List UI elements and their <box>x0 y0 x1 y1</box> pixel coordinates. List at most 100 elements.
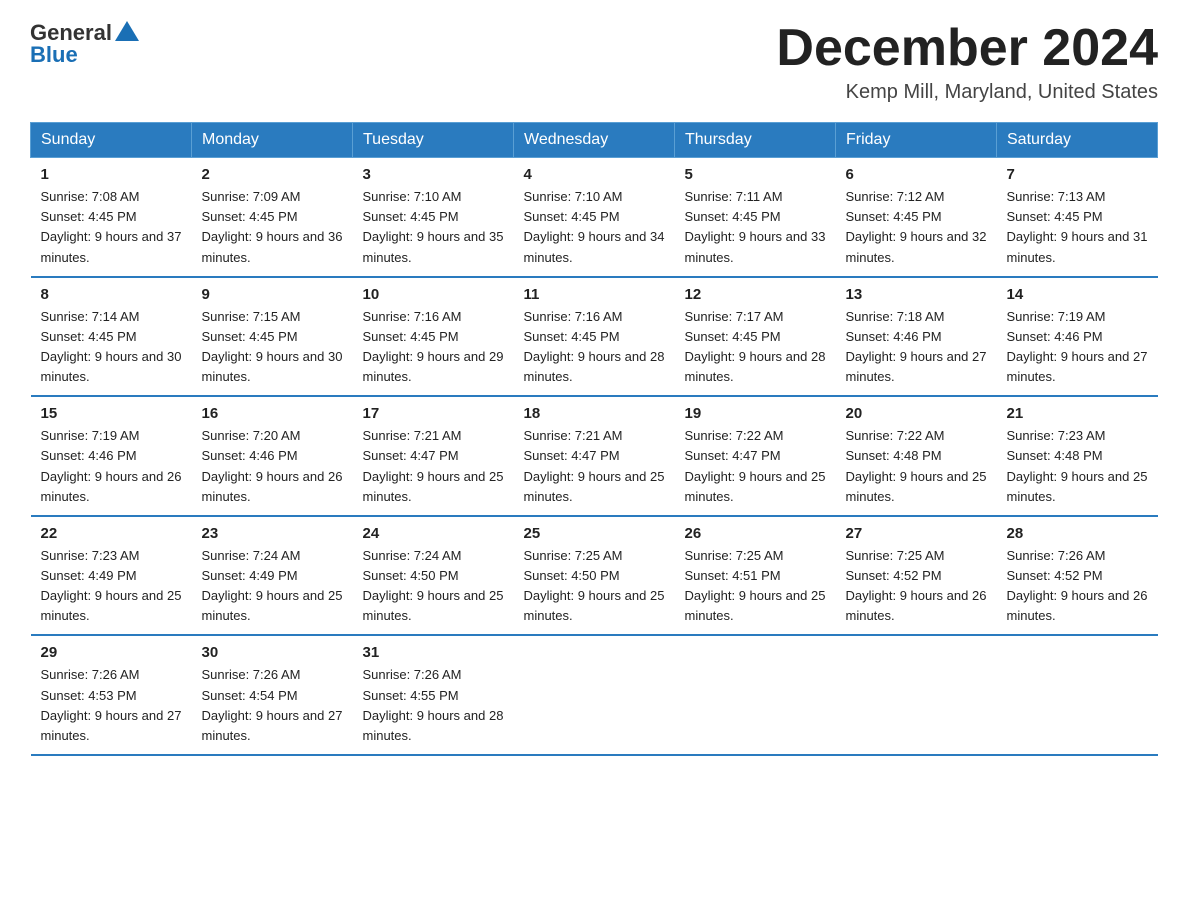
weekday-header-wednesday: Wednesday <box>514 123 675 158</box>
calendar-cell: 30 Sunrise: 7:26 AMSunset: 4:54 PMDaylig… <box>192 635 353 755</box>
logo-blue-text: Blue <box>30 42 78 68</box>
day-info: Sunrise: 7:25 AMSunset: 4:52 PMDaylight:… <box>846 546 987 627</box>
calendar-cell: 19 Sunrise: 7:22 AMSunset: 4:47 PMDaylig… <box>675 396 836 516</box>
logo-triangle-icon <box>115 21 139 41</box>
day-info: Sunrise: 7:12 AMSunset: 4:45 PMDaylight:… <box>846 187 987 268</box>
day-number: 5 <box>685 166 826 183</box>
calendar-cell: 12 Sunrise: 7:17 AMSunset: 4:45 PMDaylig… <box>675 277 836 397</box>
day-number: 14 <box>1007 286 1148 303</box>
day-info: Sunrise: 7:21 AMSunset: 4:47 PMDaylight:… <box>524 426 665 507</box>
day-number: 6 <box>846 166 987 183</box>
day-info: Sunrise: 7:26 AMSunset: 4:54 PMDaylight:… <box>202 665 343 746</box>
calendar-cell <box>997 635 1158 755</box>
day-info: Sunrise: 7:22 AMSunset: 4:47 PMDaylight:… <box>685 426 826 507</box>
day-info: Sunrise: 7:25 AMSunset: 4:50 PMDaylight:… <box>524 546 665 627</box>
day-number: 8 <box>41 286 182 303</box>
day-info: Sunrise: 7:23 AMSunset: 4:48 PMDaylight:… <box>1007 426 1148 507</box>
day-info: Sunrise: 7:16 AMSunset: 4:45 PMDaylight:… <box>524 307 665 388</box>
day-info: Sunrise: 7:19 AMSunset: 4:46 PMDaylight:… <box>1007 307 1148 388</box>
calendar-week-row: 15 Sunrise: 7:19 AMSunset: 4:46 PMDaylig… <box>31 396 1158 516</box>
day-number: 17 <box>363 405 504 422</box>
weekday-header-tuesday: Tuesday <box>353 123 514 158</box>
location-title: Kemp Mill, Maryland, United States <box>776 81 1158 104</box>
calendar-cell: 9 Sunrise: 7:15 AMSunset: 4:45 PMDayligh… <box>192 277 353 397</box>
day-info: Sunrise: 7:17 AMSunset: 4:45 PMDaylight:… <box>685 307 826 388</box>
day-number: 9 <box>202 286 343 303</box>
calendar-cell: 31 Sunrise: 7:26 AMSunset: 4:55 PMDaylig… <box>353 635 514 755</box>
title-area: December 2024 Kemp Mill, Maryland, Unite… <box>776 20 1158 104</box>
day-number: 12 <box>685 286 826 303</box>
month-title: December 2024 <box>776 20 1158 77</box>
calendar-cell: 2 Sunrise: 7:09 AMSunset: 4:45 PMDayligh… <box>192 158 353 277</box>
calendar-cell: 23 Sunrise: 7:24 AMSunset: 4:49 PMDaylig… <box>192 516 353 636</box>
day-info: Sunrise: 7:09 AMSunset: 4:45 PMDaylight:… <box>202 187 343 268</box>
day-number: 4 <box>524 166 665 183</box>
calendar-cell <box>836 635 997 755</box>
day-info: Sunrise: 7:18 AMSunset: 4:46 PMDaylight:… <box>846 307 987 388</box>
day-info: Sunrise: 7:15 AMSunset: 4:45 PMDaylight:… <box>202 307 343 388</box>
weekday-header-saturday: Saturday <box>997 123 1158 158</box>
calendar-week-row: 29 Sunrise: 7:26 AMSunset: 4:53 PMDaylig… <box>31 635 1158 755</box>
day-info: Sunrise: 7:20 AMSunset: 4:46 PMDaylight:… <box>202 426 343 507</box>
calendar-cell: 21 Sunrise: 7:23 AMSunset: 4:48 PMDaylig… <box>997 396 1158 516</box>
day-info: Sunrise: 7:24 AMSunset: 4:50 PMDaylight:… <box>363 546 504 627</box>
day-info: Sunrise: 7:10 AMSunset: 4:45 PMDaylight:… <box>363 187 504 268</box>
calendar-body: 1 Sunrise: 7:08 AMSunset: 4:45 PMDayligh… <box>31 158 1158 755</box>
calendar-cell: 27 Sunrise: 7:25 AMSunset: 4:52 PMDaylig… <box>836 516 997 636</box>
day-info: Sunrise: 7:26 AMSunset: 4:55 PMDaylight:… <box>363 665 504 746</box>
calendar-cell: 6 Sunrise: 7:12 AMSunset: 4:45 PMDayligh… <box>836 158 997 277</box>
day-info: Sunrise: 7:11 AMSunset: 4:45 PMDaylight:… <box>685 187 826 268</box>
logo: General Blue <box>30 20 139 68</box>
calendar-table: SundayMondayTuesdayWednesdayThursdayFrid… <box>30 122 1158 756</box>
day-number: 18 <box>524 405 665 422</box>
day-number: 11 <box>524 286 665 303</box>
calendar-cell: 11 Sunrise: 7:16 AMSunset: 4:45 PMDaylig… <box>514 277 675 397</box>
calendar-cell: 5 Sunrise: 7:11 AMSunset: 4:45 PMDayligh… <box>675 158 836 277</box>
calendar-cell: 18 Sunrise: 7:21 AMSunset: 4:47 PMDaylig… <box>514 396 675 516</box>
day-info: Sunrise: 7:22 AMSunset: 4:48 PMDaylight:… <box>846 426 987 507</box>
calendar-cell <box>675 635 836 755</box>
calendar-cell: 29 Sunrise: 7:26 AMSunset: 4:53 PMDaylig… <box>31 635 192 755</box>
day-info: Sunrise: 7:26 AMSunset: 4:52 PMDaylight:… <box>1007 546 1148 627</box>
day-info: Sunrise: 7:16 AMSunset: 4:45 PMDaylight:… <box>363 307 504 388</box>
weekday-header-row: SundayMondayTuesdayWednesdayThursdayFrid… <box>31 123 1158 158</box>
calendar-week-row: 1 Sunrise: 7:08 AMSunset: 4:45 PMDayligh… <box>31 158 1158 277</box>
day-info: Sunrise: 7:19 AMSunset: 4:46 PMDaylight:… <box>41 426 182 507</box>
day-number: 29 <box>41 644 182 661</box>
day-number: 27 <box>846 525 987 542</box>
day-number: 10 <box>363 286 504 303</box>
day-info: Sunrise: 7:10 AMSunset: 4:45 PMDaylight:… <box>524 187 665 268</box>
calendar-cell: 20 Sunrise: 7:22 AMSunset: 4:48 PMDaylig… <box>836 396 997 516</box>
calendar-cell: 8 Sunrise: 7:14 AMSunset: 4:45 PMDayligh… <box>31 277 192 397</box>
day-number: 31 <box>363 644 504 661</box>
day-info: Sunrise: 7:14 AMSunset: 4:45 PMDaylight:… <box>41 307 182 388</box>
calendar-cell: 1 Sunrise: 7:08 AMSunset: 4:45 PMDayligh… <box>31 158 192 277</box>
day-info: Sunrise: 7:08 AMSunset: 4:45 PMDaylight:… <box>41 187 182 268</box>
day-number: 19 <box>685 405 826 422</box>
weekday-header-thursday: Thursday <box>675 123 836 158</box>
day-info: Sunrise: 7:26 AMSunset: 4:53 PMDaylight:… <box>41 665 182 746</box>
weekday-header-friday: Friday <box>836 123 997 158</box>
day-info: Sunrise: 7:23 AMSunset: 4:49 PMDaylight:… <box>41 546 182 627</box>
day-number: 26 <box>685 525 826 542</box>
day-number: 30 <box>202 644 343 661</box>
day-number: 21 <box>1007 405 1148 422</box>
calendar-cell: 24 Sunrise: 7:24 AMSunset: 4:50 PMDaylig… <box>353 516 514 636</box>
day-number: 1 <box>41 166 182 183</box>
day-info: Sunrise: 7:13 AMSunset: 4:45 PMDaylight:… <box>1007 187 1148 268</box>
calendar-cell: 4 Sunrise: 7:10 AMSunset: 4:45 PMDayligh… <box>514 158 675 277</box>
day-number: 7 <box>1007 166 1148 183</box>
calendar-week-row: 22 Sunrise: 7:23 AMSunset: 4:49 PMDaylig… <box>31 516 1158 636</box>
weekday-header-sunday: Sunday <box>31 123 192 158</box>
calendar-cell: 10 Sunrise: 7:16 AMSunset: 4:45 PMDaylig… <box>353 277 514 397</box>
day-number: 25 <box>524 525 665 542</box>
weekday-header-monday: Monday <box>192 123 353 158</box>
day-number: 2 <box>202 166 343 183</box>
calendar-cell: 26 Sunrise: 7:25 AMSunset: 4:51 PMDaylig… <box>675 516 836 636</box>
calendar-cell: 16 Sunrise: 7:20 AMSunset: 4:46 PMDaylig… <box>192 396 353 516</box>
day-info: Sunrise: 7:21 AMSunset: 4:47 PMDaylight:… <box>363 426 504 507</box>
calendar-cell: 14 Sunrise: 7:19 AMSunset: 4:46 PMDaylig… <box>997 277 1158 397</box>
day-number: 3 <box>363 166 504 183</box>
calendar-cell: 3 Sunrise: 7:10 AMSunset: 4:45 PMDayligh… <box>353 158 514 277</box>
day-number: 13 <box>846 286 987 303</box>
